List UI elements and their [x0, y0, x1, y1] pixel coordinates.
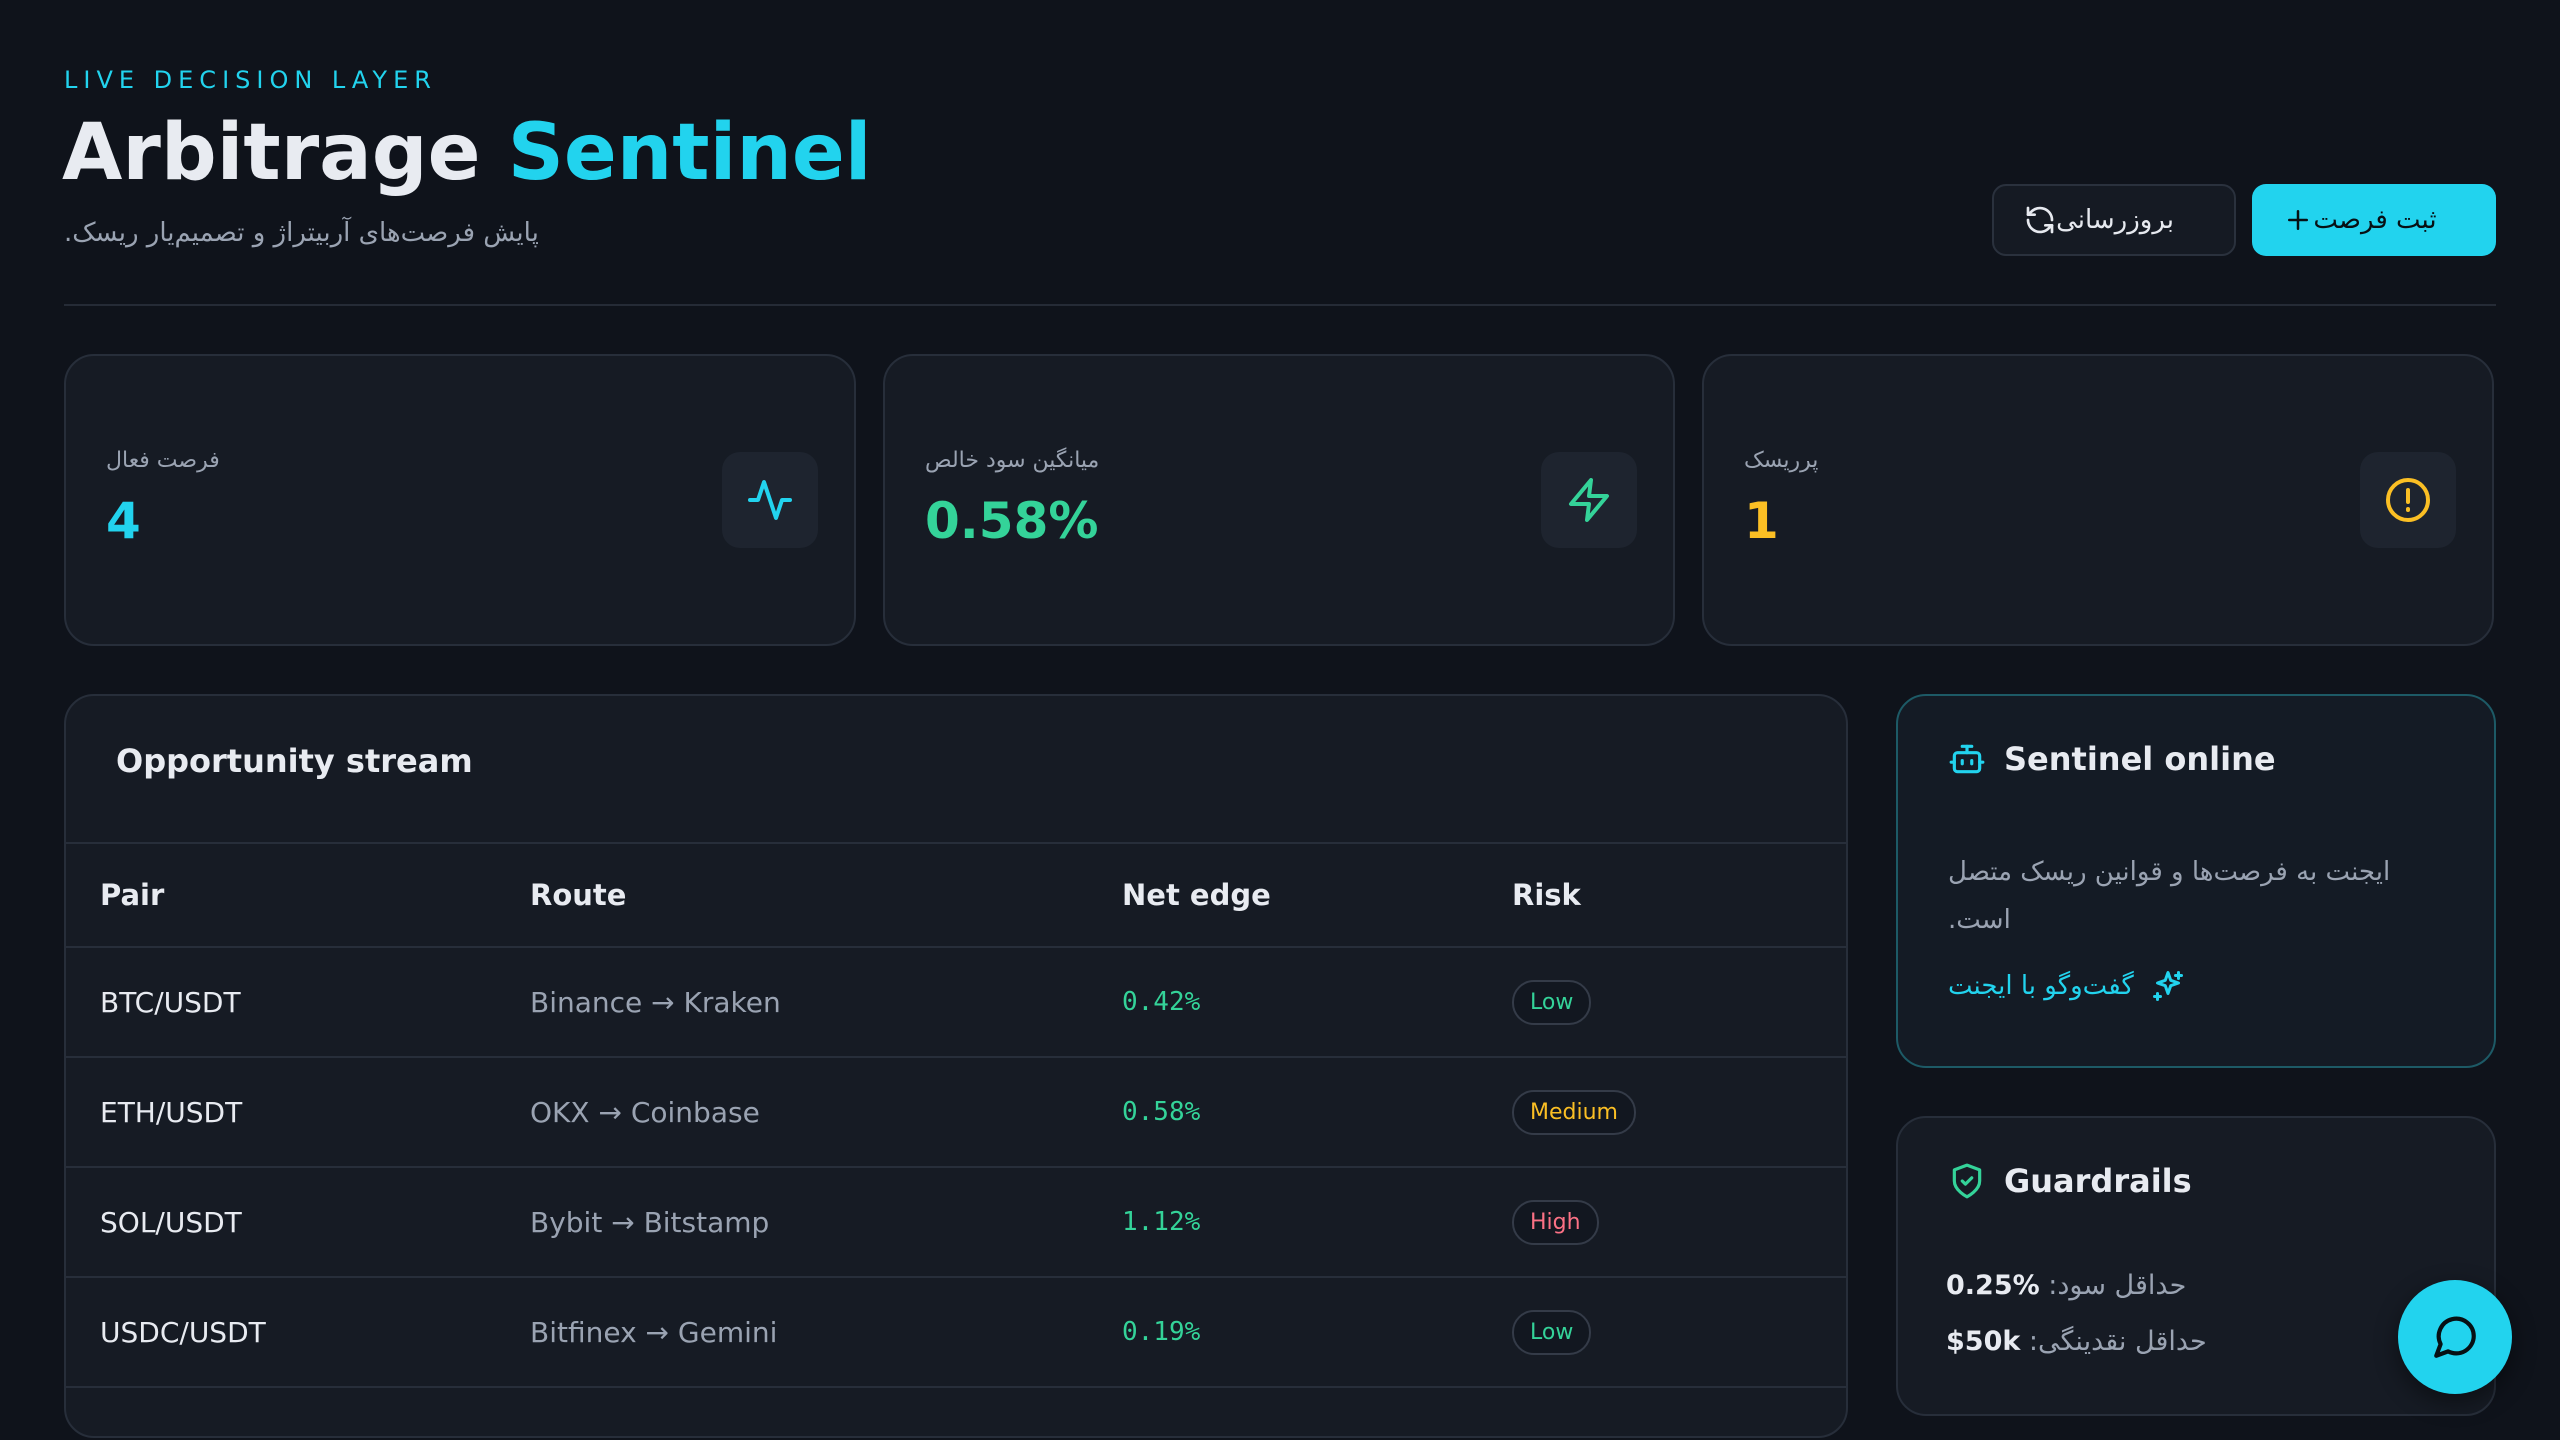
stat-icon-box: [1541, 452, 1637, 548]
message-circle-icon: [2434, 1316, 2476, 1358]
opportunity-stream-panel: Opportunity stream Pair Route Net edge R…: [64, 694, 1848, 1438]
chat-fab-button[interactable]: [2398, 1280, 2512, 1394]
stat-label: فرصت فعال: [106, 448, 220, 473]
risk-badge: Low: [1512, 1309, 1592, 1355]
net-edge-cell: 0.58%: [1122, 1097, 1201, 1127]
sentinel-description: ایجنت به فرصت‌ها و قوانین ریسک متصل است.: [1948, 857, 2391, 935]
header-divider: [64, 304, 2496, 306]
pair-cell: ETH/USDT: [100, 1095, 243, 1129]
guardrail-min-liquidity-label: حداقل نقدینگی:: [2028, 1326, 2207, 1357]
risk-cell: High: [1512, 1168, 1599, 1276]
refresh-button[interactable]: بروزرسانی: [1992, 184, 2236, 256]
stat-card-high-risk: پرریسک 1: [1702, 354, 2494, 646]
page-title-accent: Sentinel: [507, 108, 872, 198]
guardrails-card: Guardrails: [1896, 1116, 2496, 1416]
route-cell: Binance → Kraken: [530, 985, 781, 1019]
stat-label: میانگین سود خالص: [925, 448, 1100, 473]
refresh-button-label: بروزرسانی: [2056, 205, 2174, 235]
route-cell: Bybit → Bitstamp: [530, 1205, 770, 1239]
stat-card-active: فرصت فعال 4: [64, 354, 856, 646]
guardrail-min-profit-label: حداقل سود:: [2048, 1270, 2187, 1301]
risk-badge: Low: [1512, 979, 1592, 1025]
risk-cell: Low: [1512, 1278, 1592, 1386]
stat-icon-box: [722, 452, 818, 548]
bot-icon: [1949, 744, 1985, 774]
table-row[interactable]: USDC/USDT Bitfinex → Gemini 0.19% Low: [66, 1278, 1846, 1388]
table-row[interactable]: BTC/USDT Binance → Kraken 0.42% Low: [66, 948, 1846, 1058]
pair-cell: USDC/USDT: [100, 1315, 266, 1349]
panel-title: Opportunity stream: [116, 742, 473, 780]
table-row[interactable]: ETH/USDT OKX → Coinbase 0.58% Medium: [66, 1058, 1846, 1168]
column-header-net-edge[interactable]: Net edge: [1122, 844, 1271, 946]
activity-icon: [748, 480, 792, 520]
refresh-icon: [2026, 206, 2054, 234]
pair-cell: BTC/USDT: [100, 985, 241, 1019]
stat-value: 1: [1744, 492, 1779, 550]
add-opportunity-label: ثبت فرصت: [2313, 205, 2437, 235]
net-edge-cell: 0.19%: [1122, 1317, 1201, 1347]
guardrails-title: Guardrails: [1948, 1162, 2192, 1200]
table-header: Pair Route Net edge Risk: [66, 842, 1846, 948]
alert-circle-icon: [2386, 478, 2430, 522]
stat-label: پرریسک: [1744, 448, 1819, 473]
column-header-risk[interactable]: Risk: [1512, 844, 1581, 946]
sentinel-status-card: Sentinel online ایجنت به فرصت‌ها و قوانی…: [1896, 694, 2496, 1068]
column-header-pair[interactable]: Pair: [100, 844, 164, 946]
page-title-main: Arbitrage: [62, 108, 481, 198]
table-row[interactable]: SOL/USDT Bybit → Bitstamp 1.12% High: [66, 1168, 1846, 1278]
pair-cell: SOL/USDT: [100, 1205, 242, 1239]
route-cell: OKX → Coinbase: [530, 1095, 760, 1129]
chat-with-agent-link[interactable]: گفت‌وگو با ایجنت: [1948, 968, 2186, 1004]
risk-cell: Low: [1512, 948, 1592, 1056]
sparkles-icon: [2152, 971, 2183, 1001]
guardrail-min-liquidity: $50k حداقل نقدینگی:: [1946, 1326, 2207, 1357]
plus-icon: [2288, 210, 2309, 230]
net-edge-cell: 0.42%: [1122, 987, 1201, 1017]
sentinel-title-text: Sentinel online: [2004, 740, 2276, 778]
stat-value: 0.58%: [925, 492, 1099, 550]
add-opportunity-button[interactable]: ثبت فرصت: [2252, 184, 2496, 256]
guardrail-min-profit: 0.25% حداقل سود:: [1946, 1270, 2186, 1301]
header-eyebrow: LIVE DECISION LAYER: [64, 66, 437, 94]
stat-icon-box: [2360, 452, 2456, 548]
guardrail-min-profit-value: 0.25%: [1946, 1270, 2040, 1301]
stat-card-avg-profit: میانگین سود خالص 0.58%: [883, 354, 1675, 646]
shield-check-icon: [1952, 1163, 1982, 1199]
guardrails-title-text: Guardrails: [2004, 1162, 2192, 1200]
column-header-route[interactable]: Route: [530, 844, 626, 946]
risk-cell: Medium: [1512, 1058, 1636, 1166]
route-cell: Bitfinex → Gemini: [530, 1315, 778, 1349]
zap-icon: [1569, 478, 1609, 522]
risk-badge: High: [1512, 1199, 1599, 1245]
guardrail-min-liquidity-value: $50k: [1946, 1326, 2021, 1357]
net-edge-cell: 1.12%: [1122, 1207, 1201, 1237]
sentinel-title: Sentinel online: [1948, 740, 2276, 778]
chat-with-agent-label: گفت‌وگو با ایجنت: [1948, 971, 2134, 1001]
page-subtitle: پایش فرصت‌های آربیتراژ و تصمیم‌یار ریسک.: [64, 218, 539, 248]
stat-value: 4: [106, 492, 141, 550]
page-title: Arbitrage Sentinel: [62, 108, 871, 198]
risk-badge: Medium: [1512, 1089, 1636, 1135]
